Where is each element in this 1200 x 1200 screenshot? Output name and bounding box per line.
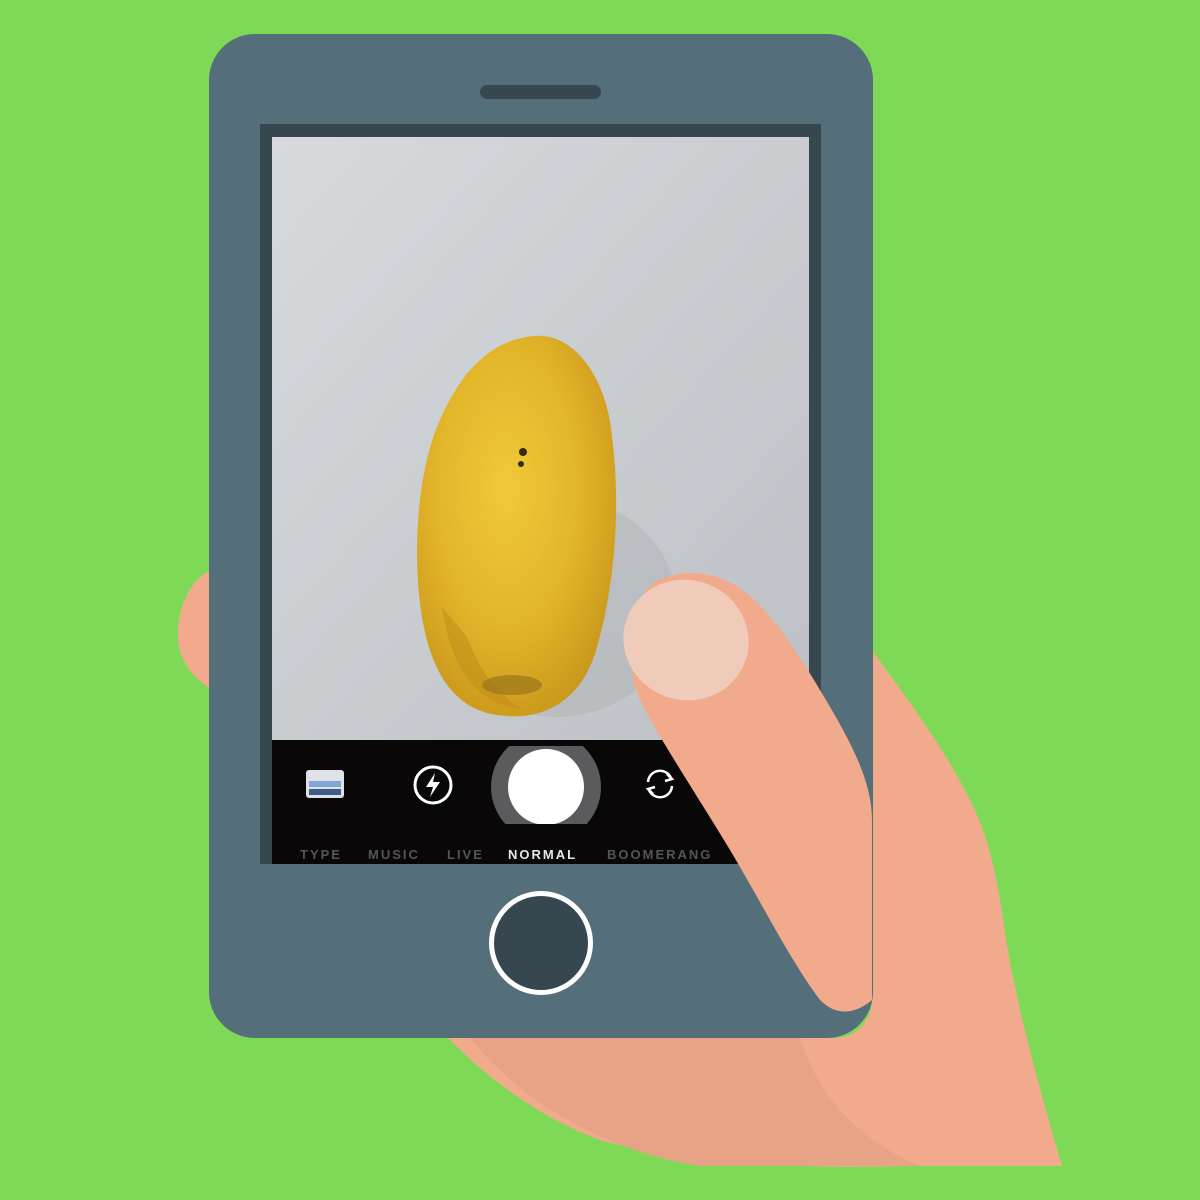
mode-normal[interactable]: NORMAL xyxy=(508,847,577,862)
left-finger xyxy=(177,570,212,690)
mode-type[interactable]: TYPE xyxy=(300,847,342,862)
mode-music[interactable]: MUSIC xyxy=(368,847,420,862)
home-button[interactable] xyxy=(489,891,593,995)
switch-camera-icon[interactable] xyxy=(640,766,680,802)
mango-photo xyxy=(272,137,809,740)
phone-speaker xyxy=(480,85,601,99)
mode-live[interactable]: LIVE xyxy=(447,847,484,862)
mode-boomerang[interactable]: BOOMERANG xyxy=(607,847,712,862)
gallery-thumbnail-icon[interactable] xyxy=(305,769,345,799)
flash-icon[interactable] xyxy=(412,764,454,806)
camera-control-bar: TYPE MUSIC LIVE NORMAL BOOMERANG xyxy=(272,740,809,864)
camera-viewfinder[interactable] xyxy=(272,137,809,740)
shutter-button[interactable] xyxy=(491,746,601,824)
